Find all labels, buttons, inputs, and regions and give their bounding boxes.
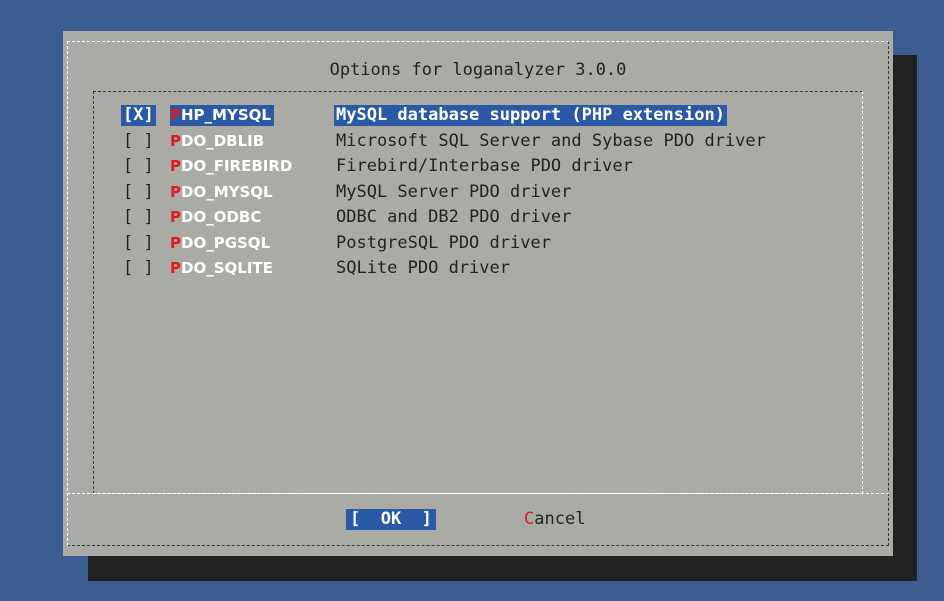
option-row[interactable]: [ ] PDO_FIREBIRD Firebird/Interbase PDO dr…	[63, 156, 843, 177]
option-row[interactable]: [X] PHP_MYSQL MySQL database support (PHP …	[63, 105, 843, 126]
option-hotkey: P	[170, 259, 181, 277]
option-hotkey: P	[170, 234, 181, 252]
option-row[interactable]: [ ] PDO_SQLITE SQLite PDO driver	[63, 258, 843, 279]
option-row[interactable]: [ ] PDO_PGSQL PostgreSQL PDO driver	[63, 233, 843, 254]
option-tag: PDO_MYSQL	[170, 182, 273, 203]
option-row[interactable]: [ ] PDO_MYSQL MySQL Server PDO driver	[63, 182, 843, 203]
option-tag: PDO_ODBC	[170, 207, 261, 228]
cancel-label: ancel	[534, 509, 586, 529]
cancel-hotkey: C	[524, 509, 535, 529]
option-hotkey: P	[170, 106, 181, 124]
option-tag-label: DO_ODBC	[181, 208, 262, 226]
option-tag-label: DO_PGSQL	[181, 234, 271, 252]
option-row[interactable]: [ ] PDO_DBLIB Microsoft SQL Server and Syb…	[63, 131, 843, 152]
option-checkbox[interactable]: [ ]	[123, 233, 154, 254]
option-hotkey: P	[170, 208, 181, 226]
option-tag-label: DO_FIREBIRD	[181, 157, 293, 175]
button-separator	[67, 493, 889, 494]
option-hotkey: P	[170, 132, 181, 150]
option-checkbox[interactable]: [ ]	[123, 182, 154, 203]
options-dialog: Options for loganalyzer 3.0.0 [X] PHP_MYS…	[63, 31, 893, 556]
option-description: Firebird/Interbase PDO driver	[336, 156, 633, 176]
option-tag: PDO_SQLITE	[170, 258, 273, 279]
option-description: PostgreSQL PDO driver	[336, 233, 551, 253]
option-tag-label: HP_MYSQL	[181, 106, 271, 124]
option-description: ODBC and DB2 PDO driver	[336, 207, 572, 227]
option-description: Microsoft SQL Server and Sybase PDO driv…	[336, 131, 766, 151]
option-hotkey: P	[170, 157, 181, 175]
option-checkbox[interactable]: [ ]	[123, 156, 154, 177]
option-row[interactable]: [ ] PDO_ODBC ODBC and DB2 PDO driver	[63, 207, 843, 228]
option-tag: PDO_PGSQL	[170, 233, 270, 254]
option-tag-label: DO_SQLITE	[181, 259, 273, 277]
option-tag: PDO_DBLIB	[170, 131, 264, 152]
option-tag: PHP_MYSQL	[170, 105, 274, 126]
option-checkbox[interactable]: [ ]	[123, 258, 154, 279]
dialog-title: Options for loganalyzer 3.0.0	[329, 60, 627, 80]
cancel-button[interactable]: Cancel	[524, 509, 585, 530]
option-description: SQLite PDO driver	[336, 258, 510, 278]
option-tag-label: DO_MYSQL	[181, 183, 273, 201]
option-description: MySQL Server PDO driver	[336, 182, 572, 202]
option-tag: PDO_FIREBIRD	[170, 156, 292, 177]
option-checkbox[interactable]: [ ]	[123, 207, 154, 228]
option-description: MySQL database support (PHP extension)	[334, 105, 727, 126]
option-checkbox[interactable]: [ ]	[123, 131, 154, 152]
option-hotkey: P	[170, 183, 181, 201]
ok-button[interactable]: [ OK ]	[346, 509, 436, 530]
option-tag-label: DO_DBLIB	[181, 132, 265, 150]
option-checkbox[interactable]: [X]	[121, 105, 156, 126]
terminal-screen: Options for loganalyzer 3.0.0 [X] PHP_MYS…	[0, 0, 944, 601]
